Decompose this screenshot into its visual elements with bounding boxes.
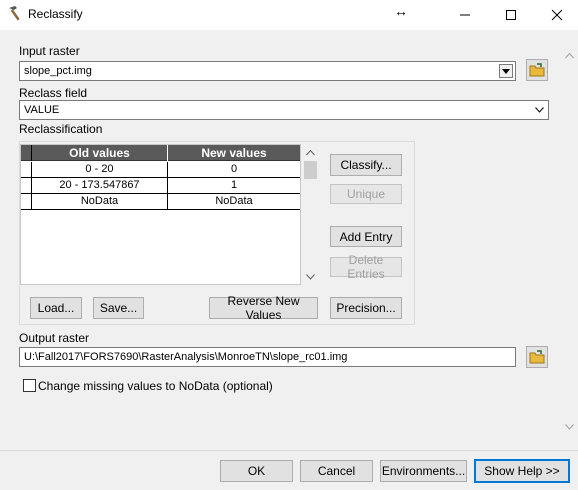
output-raster-browse-button[interactable] bbox=[526, 346, 548, 368]
maximize-button[interactable] bbox=[488, 0, 534, 30]
input-raster-dropdown-button[interactable] bbox=[499, 64, 513, 78]
old-value-cell[interactable]: 20 - 173.547867 bbox=[31, 178, 167, 193]
input-raster-combo[interactable]: slope_pct.img bbox=[19, 61, 516, 81]
resize-arrows-icon: ↔ bbox=[394, 3, 408, 19]
environments-button[interactable]: Environments... bbox=[380, 460, 467, 482]
new-value-cell[interactable]: 1 bbox=[167, 178, 300, 193]
old-value-cell[interactable]: NoData bbox=[31, 194, 167, 209]
old-value-cell[interactable]: 0 - 20 bbox=[31, 162, 167, 177]
load-button[interactable]: Load... bbox=[30, 297, 82, 319]
reverse-new-values-button[interactable]: Reverse New Values bbox=[209, 294, 318, 322]
row-selector[interactable] bbox=[21, 194, 31, 209]
classify-button[interactable]: Classify... bbox=[330, 154, 402, 176]
add-entry-button[interactable]: Add Entry bbox=[330, 226, 402, 247]
window-title: Reclassify bbox=[28, 7, 83, 21]
column-header-new-values[interactable]: New values bbox=[167, 145, 300, 161]
table-row[interactable]: 0 - 20 0 bbox=[21, 162, 300, 178]
delete-entries-button[interactable]: Delete Entries bbox=[330, 253, 402, 281]
save-button[interactable]: Save... bbox=[93, 297, 144, 319]
hammer-icon bbox=[9, 6, 20, 21]
title-bar[interactable]: Reclassify ↔ bbox=[0, 0, 578, 30]
input-raster-browse-button[interactable] bbox=[526, 59, 548, 81]
reclass-field-label: Reclass field bbox=[19, 86, 88, 100]
chevron-down-icon[interactable] bbox=[306, 274, 315, 280]
chevron-down-icon[interactable] bbox=[565, 424, 574, 430]
folder-icon bbox=[529, 63, 545, 77]
chevron-up-icon[interactable] bbox=[565, 53, 574, 59]
new-value-cell[interactable]: NoData bbox=[167, 194, 300, 209]
new-value-cell[interactable]: 0 bbox=[167, 162, 300, 177]
missing-nodata-checkbox[interactable] bbox=[23, 379, 36, 392]
maximize-icon bbox=[506, 10, 516, 20]
row-selector[interactable] bbox=[21, 162, 31, 177]
unique-button[interactable]: Unique bbox=[330, 184, 402, 204]
reclass-field-value: VALUE bbox=[24, 104, 60, 116]
close-icon bbox=[551, 9, 563, 21]
chevron-down-icon bbox=[535, 107, 544, 113]
precision-button[interactable]: Precision... bbox=[330, 297, 402, 319]
reclass-table[interactable]: Old values New values 0 - 20 0 20 - 173.… bbox=[20, 144, 301, 285]
cancel-button[interactable]: Cancel bbox=[300, 460, 373, 482]
missing-nodata-label[interactable]: Change missing values to NoData (optiona… bbox=[38, 379, 273, 393]
minimize-icon bbox=[460, 14, 470, 16]
reclassification-label: Reclassification bbox=[19, 122, 103, 136]
table-row[interactable]: 20 - 173.547867 1 bbox=[21, 178, 300, 194]
output-raster-input[interactable]: U:\Fall2017\FORS7690\RasterAnalysis\Monr… bbox=[19, 347, 516, 367]
chevron-down-icon bbox=[502, 68, 510, 74]
minimize-button[interactable] bbox=[442, 0, 488, 30]
table-row[interactable]: NoData NoData bbox=[21, 194, 300, 210]
chevron-up-icon[interactable] bbox=[306, 150, 315, 156]
show-help-button[interactable]: Show Help >> bbox=[474, 459, 570, 483]
table-scrollbar[interactable] bbox=[302, 145, 319, 285]
input-raster-value: slope_pct.img bbox=[24, 65, 92, 77]
close-button[interactable] bbox=[534, 0, 578, 30]
output-raster-label: Output raster bbox=[19, 331, 90, 345]
row-selector[interactable] bbox=[21, 178, 31, 193]
table-header: Old values New values bbox=[21, 145, 300, 161]
ok-button[interactable]: OK bbox=[220, 460, 293, 482]
column-header-old-values[interactable]: Old values bbox=[31, 145, 167, 161]
reclass-field-combo[interactable]: VALUE bbox=[19, 100, 549, 120]
scroll-thumb[interactable] bbox=[304, 161, 317, 179]
dialog-scrollbar[interactable] bbox=[561, 40, 578, 450]
input-raster-label: Input raster bbox=[19, 44, 80, 58]
folder-icon bbox=[529, 350, 545, 364]
output-raster-value: U:\Fall2017\FORS7690\RasterAnalysis\Monr… bbox=[24, 351, 348, 363]
